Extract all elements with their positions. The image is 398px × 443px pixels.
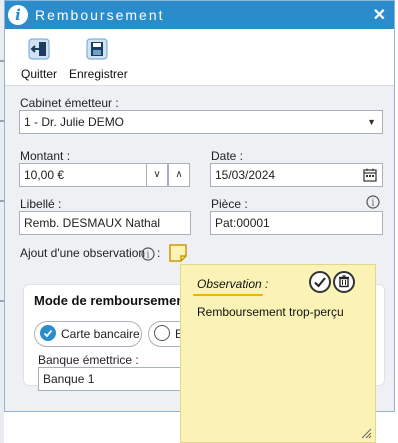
floppy-disk-icon: [86, 38, 108, 60]
quit-button[interactable]: Quitter: [19, 38, 59, 82]
bank-select[interactable]: Banque 1: [38, 367, 198, 391]
info-icon[interactable]: i: [8, 5, 28, 25]
window-title: Remboursement: [35, 7, 165, 23]
amount-value: 10,00 €: [24, 168, 65, 182]
amount-label: Montant :: [20, 149, 71, 163]
piece-field[interactable]: Pat:00001: [210, 211, 383, 235]
label-value: Remb. DESMAUX Nathal: [24, 216, 161, 230]
chevron-up-icon[interactable]: ∧: [168, 163, 190, 187]
calendar-icon[interactable]: [363, 168, 377, 182]
date-value: 15/03/2024: [215, 168, 276, 182]
cabinet-label: Cabinet émetteur :: [20, 96, 119, 110]
radio-checked-icon: [40, 325, 56, 341]
exit-door-icon: [28, 38, 50, 60]
piece-info-icon[interactable]: i: [366, 195, 380, 209]
dropdown-arrow-icon: ▼: [367, 117, 376, 127]
quit-label: Quitter: [20, 67, 57, 81]
option-card[interactable]: Carte bancaire: [34, 321, 142, 347]
cabinet-value: 1 - Dr. Julie DEMO: [24, 115, 125, 129]
date-label: Date :: [211, 149, 244, 163]
label-field[interactable]: Remb. DESMAUX Nathal: [19, 211, 191, 235]
piece-label: Pièce :: [211, 197, 248, 211]
radio-unchecked-icon: [154, 325, 170, 341]
bank-value: Banque 1: [43, 372, 95, 386]
amount-field[interactable]: 10,00 € ∨ ∧: [19, 163, 190, 187]
observation-info-icon[interactable]: i: [141, 247, 155, 261]
observation-label: Ajout d'une observation: [20, 246, 146, 260]
observation-popup: Observation : Remboursement trop-perçu: [180, 264, 376, 443]
piece-value: Pat:00001: [215, 216, 270, 230]
label-label: Libellé :: [20, 197, 62, 211]
cabinet-select[interactable]: 1 - Dr. Julie DEMO ▼: [19, 110, 383, 134]
date-field[interactable]: 15/03/2024: [210, 163, 383, 187]
sticky-note-icon[interactable]: [168, 243, 188, 263]
observation-colon: :: [157, 246, 161, 260]
title-bar: i Remboursement ✕: [5, 1, 394, 29]
observation-title: Observation :: [197, 277, 269, 291]
option-card-label: Carte bancaire: [61, 327, 140, 341]
svg-text:i: i: [372, 199, 375, 209]
resize-handle-icon[interactable]: [360, 427, 372, 439]
payment-mode-title: Mode de remboursement: [34, 293, 189, 308]
save-label: Enregistrer: [69, 67, 128, 81]
close-icon[interactable]: ✕: [373, 5, 386, 25]
confirm-check-icon[interactable]: [309, 271, 331, 293]
observation-title-underline: [193, 294, 263, 296]
toolbar: Quitter Enregistrer: [5, 29, 394, 86]
bank-label: Banque émettrice :: [38, 353, 139, 367]
svg-text:i: i: [147, 251, 150, 261]
observation-text[interactable]: Remboursement trop-perçu: [197, 305, 344, 319]
save-button[interactable]: Enregistrer: [69, 38, 128, 82]
chevron-down-icon[interactable]: ∨: [146, 163, 168, 187]
trash-icon[interactable]: [333, 271, 355, 293]
